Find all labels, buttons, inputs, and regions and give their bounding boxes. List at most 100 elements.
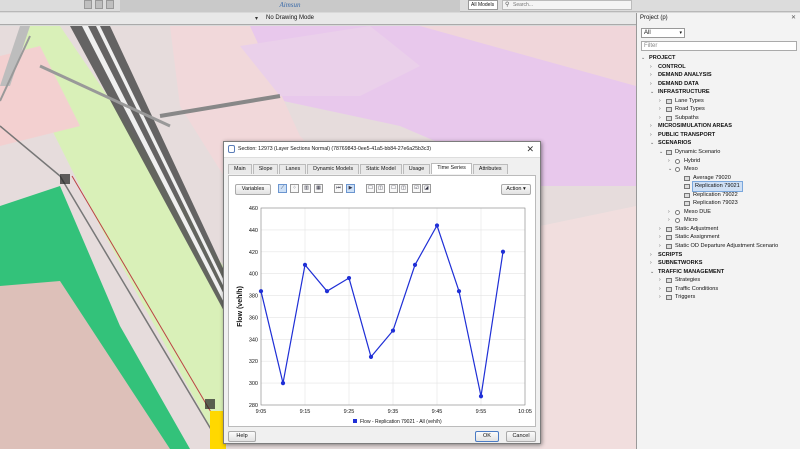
collapse-arrow-icon[interactable]: › <box>659 225 661 234</box>
tree-item[interactable]: ⌄ PROJECT <box>641 54 800 63</box>
tree-item[interactable]: ⌄ Meso <box>641 165 800 174</box>
dropdown-arrow-icon[interactable]: ▾ <box>255 15 258 22</box>
tab-lanes[interactable]: Lanes <box>279 164 307 174</box>
tree-item[interactable]: Average 79020 <box>641 174 800 183</box>
tab-slope[interactable]: Slope <box>252 164 279 174</box>
tree-item[interactable]: › Static Assignment <box>641 233 800 242</box>
tree-item[interactable]: › Static Adjustment <box>641 225 800 234</box>
tree-item[interactable]: › DEMAND ANALYSIS <box>641 71 800 80</box>
tree-item[interactable]: › Strategies <box>641 276 800 285</box>
tree-item[interactable]: › Triggers <box>641 293 800 302</box>
tree-item[interactable]: ⌄ Dynamic Scenario <box>641 148 800 157</box>
data-point <box>280 381 286 386</box>
tree-item-label: Lane Types <box>675 97 704 104</box>
toolbar-button[interactable] <box>106 0 114 9</box>
time-series-tab-body: Variables ⟋ ⁘ ▥ ▦ ⏮ ▶ ☐ ◫ ☐ ◫ ☑ ◪ Action… <box>228 175 536 427</box>
tab-usage[interactable]: Usage <box>402 164 431 174</box>
expand-arrow-icon[interactable]: ⌄ <box>659 148 663 157</box>
tree-item-label: Triggers <box>675 294 696 301</box>
scatter-chart-icon[interactable]: ⁘ <box>290 184 299 193</box>
collapse-arrow-icon[interactable]: › <box>659 233 661 242</box>
collapse-arrow-icon[interactable]: › <box>668 157 670 166</box>
series-line <box>260 224 504 397</box>
line-chart-icon[interactable]: ⟋ <box>278 184 287 193</box>
collapse-arrow-icon[interactable]: › <box>659 276 661 285</box>
search-input[interactable]: ⚲ Search... <box>502 0 632 10</box>
play-icon[interactable]: ▶ <box>346 184 355 193</box>
tree-item[interactable]: › SCRIPTS <box>641 251 800 260</box>
tree-item[interactable]: › MICROSIMULATION AREAS <box>641 122 800 131</box>
models-select[interactable]: All Models <box>468 0 498 10</box>
tree-item[interactable]: › SUBNETWORKS <box>641 259 800 268</box>
tree-item[interactable]: › Meso DUE <box>641 208 800 217</box>
tree-item[interactable]: › Hybrid <box>641 157 800 166</box>
tree-item[interactable]: ⌄ SCENARIOS <box>641 139 800 148</box>
help-button[interactable]: Help <box>228 431 256 442</box>
chart-option-icon[interactable]: ◫ <box>376 184 385 193</box>
expand-arrow-icon[interactable]: ⌄ <box>641 54 645 63</box>
project-panel: Project (p) ✕ All ▾ Filter ⌄ PROJECT › CONT… <box>636 13 800 449</box>
bar-chart-icon[interactable]: ▥ <box>302 184 311 193</box>
expand-arrow-icon[interactable]: ⌄ <box>650 88 654 97</box>
collapse-arrow-icon[interactable]: › <box>659 97 661 106</box>
expand-arrow-icon[interactable]: ⌄ <box>650 268 654 277</box>
collapse-arrow-icon[interactable]: › <box>659 114 661 123</box>
tree-item[interactable]: ⌄ INFRASTRUCTURE <box>641 88 800 97</box>
skip-back-icon[interactable]: ⏮ <box>334 184 343 193</box>
collapse-arrow-icon[interactable]: › <box>659 105 661 114</box>
tab-static-model[interactable]: Static Model <box>360 164 402 174</box>
collapse-arrow-icon[interactable]: › <box>650 251 652 260</box>
collapse-arrow-icon[interactable]: › <box>650 259 652 268</box>
tree-item-label: TRAFFIC MANAGEMENT <box>658 268 725 275</box>
tree-item[interactable]: › Subpaths <box>641 114 800 123</box>
close-icon[interactable]: ✕ <box>526 144 534 155</box>
cancel-button[interactable]: Cancel <box>506 431 536 442</box>
collapse-arrow-icon[interactable]: › <box>650 131 652 140</box>
tree-item[interactable]: › Lane Types <box>641 97 800 106</box>
table-icon[interactable]: ▦ <box>314 184 323 193</box>
checked-checkbox-icon[interactable]: ☑ <box>412 184 421 193</box>
tree-item[interactable]: › Static OD Departure Adjustment Scenario <box>641 242 800 251</box>
collapse-arrow-icon[interactable]: › <box>659 242 661 251</box>
expand-arrow-icon[interactable]: ⌄ <box>650 139 654 148</box>
expand-arrow-icon[interactable]: ⌄ <box>668 165 672 174</box>
toolbar-button[interactable] <box>84 0 92 9</box>
tree-item[interactable]: Replication 79022 <box>641 191 800 200</box>
tree-item[interactable]: › PUBLIC TRANSPORT <box>641 131 800 140</box>
tree-item[interactable]: › Micro <box>641 216 800 225</box>
tree-item[interactable]: › CONTROL <box>641 63 800 72</box>
data-point <box>434 223 440 228</box>
filter-input[interactable]: Filter <box>641 41 797 51</box>
collapse-arrow-icon[interactable]: › <box>650 63 652 72</box>
close-icon[interactable]: ✕ <box>791 14 796 21</box>
tab-dynamic-models[interactable]: Dynamic Models <box>307 164 360 174</box>
tree-item[interactable]: Replication 79023 <box>641 199 800 208</box>
folder-icon <box>666 278 672 284</box>
tab-main[interactable]: Main <box>228 164 252 174</box>
tree-item[interactable]: › DEMAND DATA <box>641 80 800 89</box>
tree-item-label: Traffic Conditions <box>675 285 719 292</box>
tree-item[interactable]: Replication 79021 <box>641 181 800 192</box>
collapse-arrow-icon[interactable]: › <box>650 80 652 89</box>
chart-option-icon[interactable]: ◪ <box>422 184 431 193</box>
toolbar-button[interactable] <box>95 0 103 9</box>
drawing-mode-label[interactable]: No Drawing Mode <box>266 15 314 21</box>
tree-item[interactable]: › Road Types <box>641 105 800 114</box>
action-button[interactable]: Action ▾ <box>501 184 531 195</box>
tab-attributes[interactable]: Attributes <box>472 164 508 174</box>
collapse-arrow-icon[interactable]: › <box>659 293 661 302</box>
collapse-arrow-icon[interactable]: › <box>650 122 652 131</box>
filter-select[interactable]: All ▾ <box>641 28 685 38</box>
collapse-arrow-icon[interactable]: › <box>659 285 661 294</box>
tree-item[interactable]: › Traffic Conditions <box>641 285 800 294</box>
tab-time-series[interactable]: Time Series <box>431 163 472 174</box>
variables-button[interactable]: Variables <box>235 184 271 195</box>
checkbox-icon[interactable]: ☐ <box>366 184 375 193</box>
chart-option-icon[interactable]: ◫ <box>399 184 408 193</box>
ok-button[interactable]: OK <box>475 431 499 442</box>
collapse-arrow-icon[interactable]: › <box>668 216 670 225</box>
collapse-arrow-icon[interactable]: › <box>650 71 652 80</box>
tree-item[interactable]: ⌄ TRAFFIC MANAGEMENT <box>641 268 800 277</box>
checkbox-icon[interactable]: ☐ <box>389 184 398 193</box>
collapse-arrow-icon[interactable]: › <box>668 208 670 217</box>
